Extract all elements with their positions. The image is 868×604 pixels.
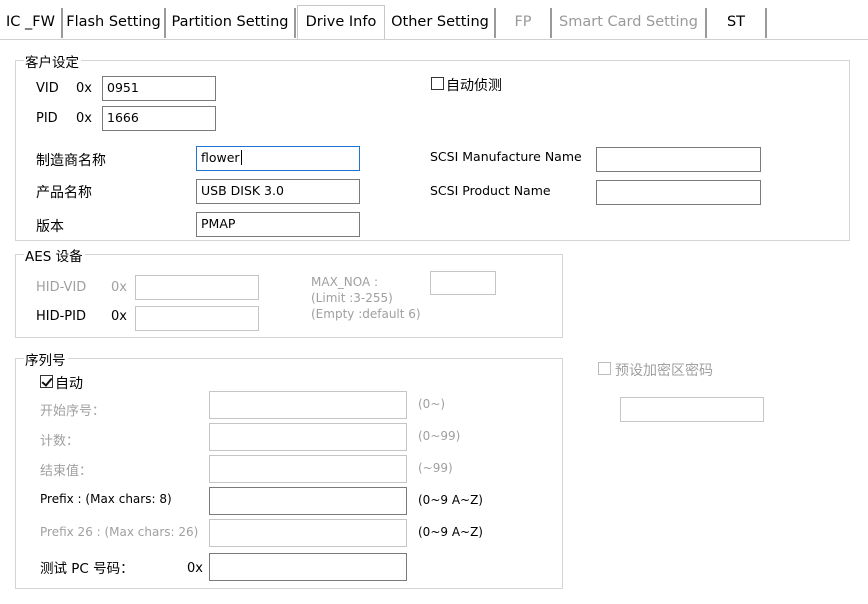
vid-label: VID	[36, 81, 59, 96]
preset-password-label: 预设加密区密码	[615, 363, 713, 379]
scsi-manufacturer-input[interactable]	[596, 147, 761, 172]
auto-detect-label: 自动侦测	[446, 78, 502, 94]
pid-label: PID	[36, 111, 58, 126]
prefix26-label: Prefix 26 : (Max chars: 26)	[40, 525, 199, 539]
prefix-label: Prefix : (Max chars: 8)	[40, 492, 172, 506]
manufacturer-input[interactable]: flower	[196, 146, 360, 171]
end-value-hint: (~99)	[418, 461, 453, 475]
start-serial-hint: (0~)	[418, 397, 446, 411]
prefix-hint: (0~9 A~Z)	[418, 493, 483, 507]
vid-input[interactable]: 0951	[102, 76, 216, 101]
aes-device-legend: AES 设备	[24, 245, 85, 265]
product-input[interactable]: USB DISK 3.0	[196, 179, 360, 204]
vid-prefix: 0x	[76, 81, 92, 96]
test-pc-prefix: 0x	[187, 561, 203, 576]
tab-ic-fw[interactable]: IC _FW	[0, 8, 63, 38]
pid-input[interactable]: 1666	[102, 106, 216, 131]
max-noa-label: MAX_NOA :	[311, 275, 379, 289]
tab-other-setting[interactable]: Other Setting	[386, 8, 496, 38]
max-noa-input[interactable]	[430, 271, 496, 295]
serial-number-legend: 序列号	[24, 349, 68, 369]
test-pc-input[interactable]	[209, 553, 407, 581]
text-caret	[240, 150, 242, 165]
start-serial-label: 开始序号：	[40, 404, 106, 419]
scsi-product-input[interactable]	[596, 180, 761, 205]
start-serial-input[interactable]	[209, 391, 407, 419]
max-noa-default-hint: (Empty :default 6)	[311, 307, 421, 321]
hid-vid-prefix: 0x	[111, 280, 127, 295]
pid-prefix: 0x	[76, 111, 92, 126]
hid-pid-prefix: 0x	[111, 309, 127, 324]
tab-partition-setting[interactable]: Partition Setting	[166, 8, 296, 38]
version-label: 版本	[36, 219, 64, 235]
serial-auto-checkbox[interactable]	[40, 375, 53, 388]
tab-fp[interactable]: FP	[496, 8, 552, 38]
product-label: 产品名称	[36, 185, 92, 201]
tab-drive-info[interactable]: Drive Info	[297, 5, 385, 40]
prefix-input[interactable]	[209, 487, 407, 515]
tab-st[interactable]: ST	[707, 8, 767, 38]
serial-auto-label: 自动	[55, 376, 83, 392]
max-noa-limit-hint: (Limit :3-255)	[311, 291, 393, 305]
auto-detect-checkbox[interactable]	[431, 77, 444, 90]
preset-password-checkbox[interactable]	[598, 362, 611, 375]
test-pc-label: 测试 PC 号码：	[40, 561, 134, 577]
end-value-input[interactable]	[209, 455, 407, 483]
manufacturer-label: 制造商名称	[36, 153, 106, 169]
tab-flash-setting[interactable]: Flash Setting	[63, 8, 166, 38]
prefix26-input[interactable]	[209, 519, 407, 547]
manufacturer-value: flower	[201, 150, 240, 165]
prefix26-hint: (0~9 A~Z)	[418, 525, 483, 539]
hid-pid-label: HID-PID	[36, 309, 86, 324]
aes-device-group	[15, 254, 563, 338]
scsi-manufacturer-label: SCSI Manufacture Name	[430, 149, 582, 164]
count-input[interactable]	[209, 423, 407, 451]
hid-pid-input[interactable]	[135, 306, 259, 331]
tab-smart-card-setting[interactable]: Smart Card Setting	[552, 8, 707, 38]
hid-vid-input[interactable]	[135, 275, 259, 300]
scsi-product-label: SCSI Product Name	[430, 183, 551, 198]
count-hint: (0~99)	[418, 429, 461, 443]
customer-settings-legend: 客户设定	[24, 51, 81, 71]
end-value-label: 结束值：	[40, 464, 93, 479]
hid-vid-label: HID-VID	[36, 280, 87, 295]
tab-strip-divider	[0, 39, 868, 40]
preset-password-input[interactable]	[620, 397, 764, 422]
version-input[interactable]: PMAP	[196, 212, 360, 237]
count-label: 计数：	[40, 434, 80, 449]
tab-strip: IC _FW Flash Setting Partition Setting D…	[0, 0, 868, 40]
